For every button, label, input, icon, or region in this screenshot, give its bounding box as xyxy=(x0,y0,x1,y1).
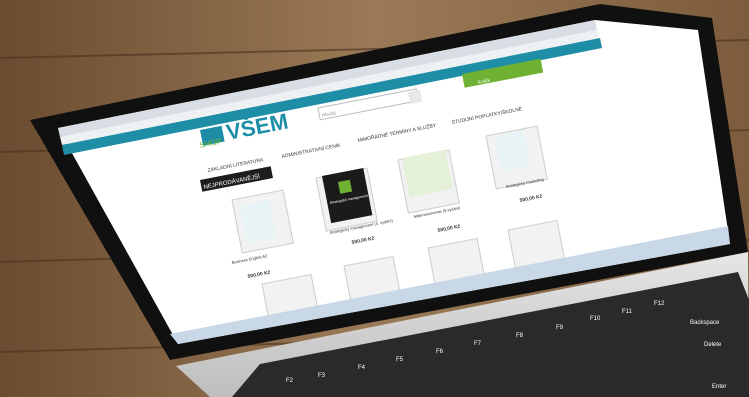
key-f7: F7 xyxy=(474,341,482,347)
key-f5: F5 xyxy=(396,357,404,363)
key-backspace: Backspace xyxy=(690,320,720,326)
key-f4: F4 xyxy=(358,365,366,371)
key-f11: F11 xyxy=(622,309,633,315)
key-enter: Enter xyxy=(712,384,726,390)
laptop-photo: SHOP VŠEM Hledat Košík ZÁKLADNÍ LITERATU… xyxy=(0,0,749,397)
key-f9: F9 xyxy=(556,325,564,331)
key-f6: F6 xyxy=(436,349,444,355)
key-delete: Delete xyxy=(704,342,722,348)
search-icon xyxy=(407,89,423,104)
key-f2: F2 xyxy=(286,378,294,384)
key-f8: F8 xyxy=(516,333,524,339)
key-f3: F3 xyxy=(318,373,326,379)
key-f12: F12 xyxy=(654,301,665,307)
key-f10: F10 xyxy=(590,316,601,322)
